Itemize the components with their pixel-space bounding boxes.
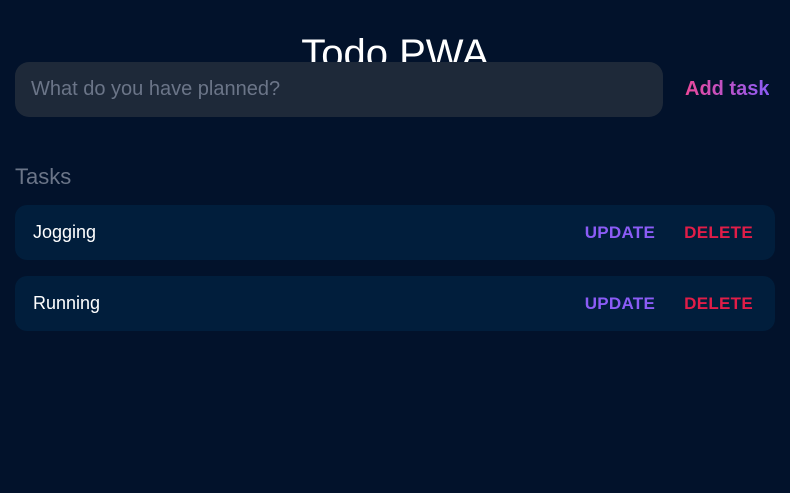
task-label: Jogging (33, 222, 97, 242)
delete-task-button[interactable]: DELETE (684, 223, 753, 243)
new-task-input[interactable] (15, 62, 663, 117)
new-task-form: Add task (15, 62, 775, 117)
task-item: Running UPDATE DELETE (15, 276, 775, 331)
page-title: Todo PWA (301, 32, 489, 76)
todo-app: Todo PWA Add task Tasks Jogging UPDATE D… (0, 0, 790, 493)
add-task-button[interactable]: Add task (685, 78, 769, 101)
task-list: Jogging UPDATE DELETE Running UPDATE DEL… (15, 205, 775, 331)
tasks-heading: Tasks (15, 164, 72, 189)
task-item: Jogging UPDATE DELETE (15, 205, 775, 260)
update-task-button[interactable]: UPDATE (585, 294, 655, 314)
task-label: Running (33, 293, 101, 313)
update-task-button[interactable]: UPDATE (585, 223, 655, 243)
delete-task-button[interactable]: DELETE (684, 294, 753, 314)
